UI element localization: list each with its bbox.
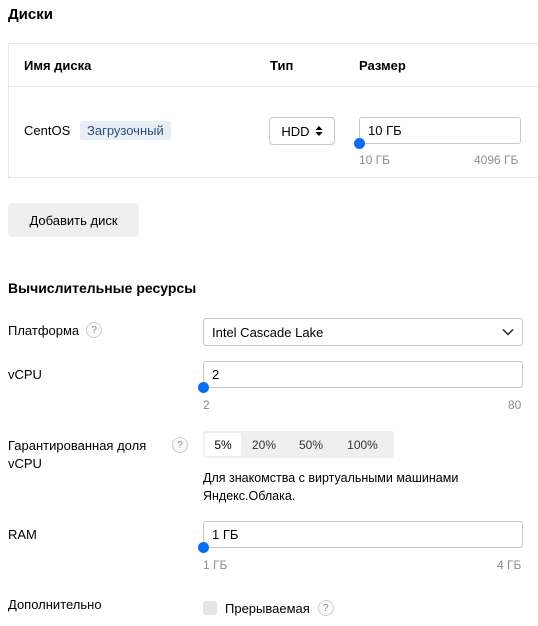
disk-type-select[interactable]: HDD [269, 117, 335, 145]
disk-type-value: HDD [281, 123, 310, 139]
disk-size-max: 4096 ГБ [474, 153, 519, 167]
table-row: CentOS Загрузочный HDD 10 ГБ 10 ГБ 4096 … [9, 87, 538, 177]
guaranteed-share-hint-line1: Для знакомства с виртуальными машинами [203, 471, 459, 485]
share-option-50[interactable]: 50% [287, 433, 335, 456]
vcpu-min: 2 [203, 398, 210, 412]
disk-size-input[interactable]: 10 ГБ [359, 117, 521, 144]
vcpu-input[interactable]: 2 [203, 361, 523, 388]
additional-label: Дополнительно [8, 597, 102, 612]
disks-table-header: Имя диска Тип Размер [9, 44, 538, 87]
column-header-type: Тип [270, 58, 294, 73]
ram-min: 1 ГБ [203, 558, 228, 572]
vcpu-slider-handle[interactable] [198, 382, 209, 393]
preemptible-label[interactable]: Прерываемая [225, 601, 310, 616]
disk-name: CentOS [24, 123, 71, 138]
guaranteed-share-hint-line2: Яндекс.Облака. [203, 489, 296, 503]
column-header-size: Размер [359, 58, 406, 73]
disks-section-title: Диски [8, 6, 53, 23]
sort-arrows-icon [315, 126, 323, 136]
share-option-5[interactable]: 5% [205, 433, 241, 456]
preemptible-checkbox[interactable] [203, 601, 217, 615]
help-icon[interactable]: ? [86, 322, 103, 338]
help-icon[interactable]: ? [172, 437, 188, 453]
guaranteed-share-label-line2: vCPU [8, 456, 42, 471]
disk-size-min: 10 ГБ [359, 153, 391, 167]
disk-size-slider-handle[interactable] [354, 138, 365, 149]
guaranteed-share-label-line1: Гарантированная доля [8, 438, 147, 453]
platform-value: Intel Cascade Lake [212, 324, 324, 340]
ram-value: 1 ГБ [212, 527, 239, 542]
disk-size-value: 10 ГБ [368, 123, 402, 138]
guaranteed-share-hint: Для знакомства с виртуальными машинами Я… [203, 469, 458, 505]
vcpu-value: 2 [212, 367, 220, 382]
platform-select[interactable]: Intel Cascade Lake [203, 318, 523, 346]
share-option-20[interactable]: 20% [241, 433, 287, 456]
column-header-name: Имя диска [24, 58, 92, 73]
preemptible-option: Прерываемая ? [203, 600, 334, 616]
compute-section-title: Вычислительные ресурсы [8, 280, 197, 296]
vcpu-label: vCPU [8, 367, 42, 382]
add-disk-button[interactable]: Добавить диск [8, 203, 139, 237]
guaranteed-share-label: Гарантированная доля vCPU [8, 437, 146, 473]
vcpu-max: 80 [508, 398, 522, 412]
ram-label: RAM [8, 527, 37, 542]
platform-label: Платформа [8, 322, 80, 338]
guaranteed-share-segmented-control: 5% 20% 50% 100% [203, 431, 394, 458]
share-option-100[interactable]: 100% [335, 433, 390, 456]
chevron-down-icon [502, 328, 514, 336]
disks-table: Имя диска Тип Размер CentOS Загрузочный … [8, 43, 538, 178]
ram-input[interactable]: 1 ГБ [203, 521, 523, 548]
boot-disk-badge: Загрузочный [80, 121, 171, 140]
ram-max: 4 ГБ [497, 558, 522, 572]
platform-label-group: Платформа ? [8, 322, 103, 338]
help-icon[interactable]: ? [317, 600, 334, 616]
ram-slider-handle[interactable] [198, 542, 209, 553]
